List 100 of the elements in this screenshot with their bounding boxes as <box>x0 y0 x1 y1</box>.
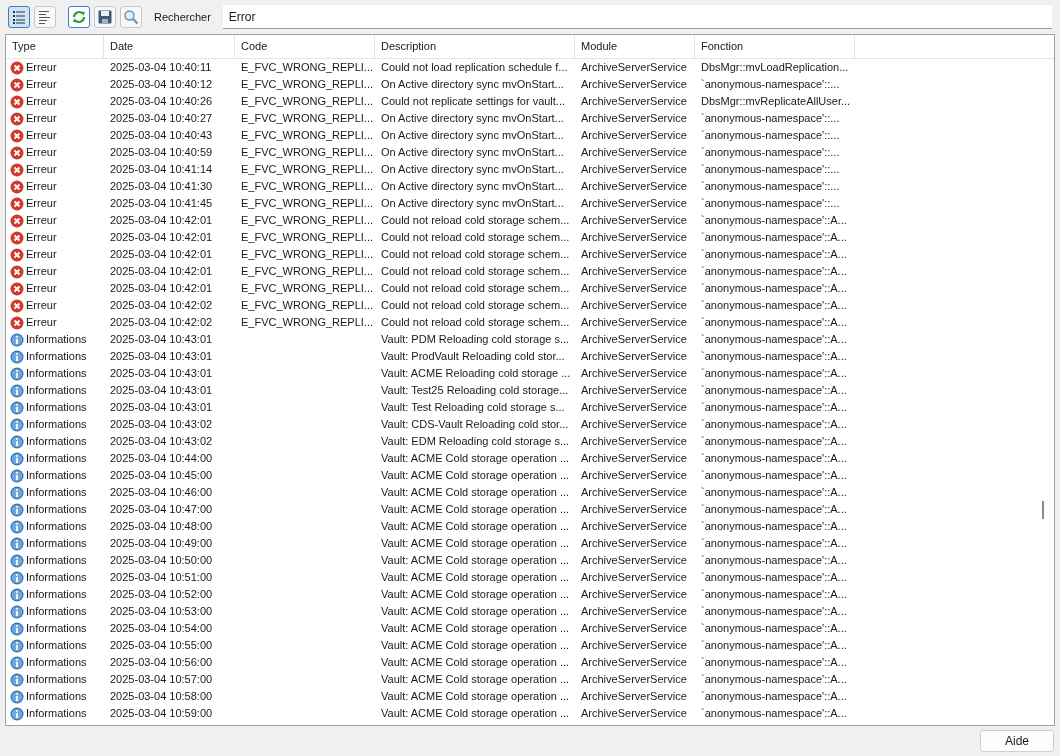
error-icon <box>10 264 24 279</box>
column-header[interactable]: Code <box>235 35 375 58</box>
function-cell: `anonymous-namespace'::A... <box>701 554 847 567</box>
type-cell-text: Informations <box>26 672 87 688</box>
info-icon <box>10 485 24 500</box>
function-cell: `anonymous-namespace'::A... <box>701 265 847 278</box>
list-view-button[interactable] <box>8 6 30 28</box>
error-icon <box>10 60 24 75</box>
description-cell: Vault: ACME Cold storage operation ... <box>381 537 570 550</box>
error-icon <box>10 213 24 228</box>
search-button[interactable] <box>120 6 142 28</box>
module-cell: ArchiveServerService <box>581 673 687 686</box>
error-icon <box>10 230 24 245</box>
function-cell: `anonymous-namespace'::A... <box>701 690 847 703</box>
info-icon <box>10 604 24 619</box>
type-cell-text: Erreur <box>26 162 57 178</box>
column-header[interactable]: Description <box>375 35 575 58</box>
error-icon <box>10 281 24 296</box>
description-cell: Vault: ACME Cold storage operation ... <box>381 503 570 516</box>
date-cell: 2025-03-04 10:42:01 <box>110 265 213 278</box>
date-cell: 2025-03-04 10:40:59 <box>110 146 213 159</box>
type-cell-text: Informations <box>26 689 87 705</box>
module-cell: ArchiveServerService <box>581 265 687 278</box>
error-icon <box>10 128 24 143</box>
date-cell: 2025-03-04 10:50:00 <box>110 554 213 567</box>
module-cell: ArchiveServerService <box>581 418 687 431</box>
code-cell: E_FVC_WRONG_REPLI... <box>241 231 374 244</box>
module-cell: ArchiveServerService <box>581 248 687 261</box>
description-cell: Could not reload cold storage schem... <box>381 231 570 244</box>
description-cell: On Active directory sync mvOnStart... <box>381 163 564 176</box>
date-cell: 2025-03-04 10:58:00 <box>110 690 213 703</box>
module-cell: ArchiveServerService <box>581 197 687 210</box>
date-cell: 2025-03-04 10:41:14 <box>110 163 213 176</box>
code-cell: E_FVC_WRONG_REPLI... <box>241 180 374 193</box>
info-icon <box>10 638 24 653</box>
info-icon <box>10 434 24 449</box>
function-cell: `anonymous-namespace'::A... <box>701 248 847 261</box>
type-cell-text: Erreur <box>26 111 57 127</box>
date-cell: 2025-03-04 10:49:00 <box>110 537 213 550</box>
function-cell: `anonymous-namespace'::A... <box>701 299 847 312</box>
search-icon <box>123 9 139 25</box>
function-cell: `anonymous-namespace'::A... <box>701 333 847 346</box>
module-cell: ArchiveServerService <box>581 350 687 363</box>
description-cell: Vault: ACME Cold storage operation ... <box>381 469 570 482</box>
module-cell: ArchiveServerService <box>581 299 687 312</box>
scrollbar-thumb[interactable] <box>1042 501 1044 519</box>
date-cell: 2025-03-04 10:41:45 <box>110 197 213 210</box>
info-icon <box>10 621 24 636</box>
date-cell: 2025-03-04 10:42:01 <box>110 231 213 244</box>
error-icon <box>10 298 24 313</box>
description-cell: Vault: Test25 Reloading cold storage... <box>381 384 569 397</box>
type-cell-text: Informations <box>26 621 87 637</box>
info-icon <box>10 332 24 347</box>
detail-view-button[interactable] <box>34 6 56 28</box>
function-cell: `anonymous-namespace'::A... <box>701 350 847 363</box>
description-cell: Could not reload cold storage schem... <box>381 299 570 312</box>
date-cell: 2025-03-04 10:42:01 <box>110 282 213 295</box>
info-icon <box>10 383 24 398</box>
description-cell: Could not reload cold storage schem... <box>381 214 570 227</box>
code-cell: E_FVC_WRONG_REPLI... <box>241 112 374 125</box>
code-cell: E_FVC_WRONG_REPLI... <box>241 282 374 295</box>
description-cell: Vault: ACME Cold storage operation ... <box>381 452 570 465</box>
description-cell: On Active directory sync mvOnStart... <box>381 78 564 91</box>
search-field[interactable]: Error <box>222 5 1052 29</box>
type-cell-text: Informations <box>26 451 87 467</box>
date-cell: 2025-03-04 10:44:00 <box>110 452 213 465</box>
type-cell-text: Informations <box>26 553 87 569</box>
type-cell-text: Erreur <box>26 230 57 246</box>
list-icon <box>11 9 27 25</box>
function-cell: `anonymous-namespace'::... <box>701 197 840 210</box>
module-cell: ArchiveServerService <box>581 554 687 567</box>
code-cell: E_FVC_WRONG_REPLI... <box>241 299 374 312</box>
info-icon <box>10 587 24 602</box>
description-cell: Vault: ACME Cold storage operation ... <box>381 588 570 601</box>
function-cell: `anonymous-namespace'::A... <box>701 316 847 329</box>
code-cell: E_FVC_WRONG_REPLI... <box>241 129 374 142</box>
module-cell: ArchiveServerService <box>581 520 687 533</box>
type-cell-text: Erreur <box>26 77 57 93</box>
info-icon <box>10 400 24 415</box>
date-cell: 2025-03-04 10:40:43 <box>110 129 213 142</box>
info-icon <box>10 536 24 551</box>
function-cell: `anonymous-namespace'::A... <box>701 537 847 550</box>
refresh-button[interactable] <box>68 6 90 28</box>
function-cell: `anonymous-namespace'::... <box>701 78 840 91</box>
description-cell: On Active directory sync mvOnStart... <box>381 129 564 142</box>
module-cell: ArchiveServerService <box>581 367 687 380</box>
help-button[interactable]: Aide <box>980 730 1054 752</box>
function-cell: `anonymous-namespace'::A... <box>701 605 847 618</box>
type-cell-text: Informations <box>26 366 87 382</box>
save-button[interactable] <box>94 6 116 28</box>
column-header[interactable]: Fonction <box>695 35 855 58</box>
module-cell: ArchiveServerService <box>581 95 687 108</box>
module-cell: ArchiveServerService <box>581 333 687 346</box>
column-header[interactable]: Type <box>6 35 104 58</box>
type-cell-text: Informations <box>26 536 87 552</box>
description-cell: Vault: ACME Cold storage operation ... <box>381 656 570 669</box>
type-cell-text: Erreur <box>26 315 57 331</box>
column-header[interactable]: Module <box>575 35 695 58</box>
type-cell-text: Informations <box>26 638 87 654</box>
column-header[interactable]: Date <box>104 35 235 58</box>
